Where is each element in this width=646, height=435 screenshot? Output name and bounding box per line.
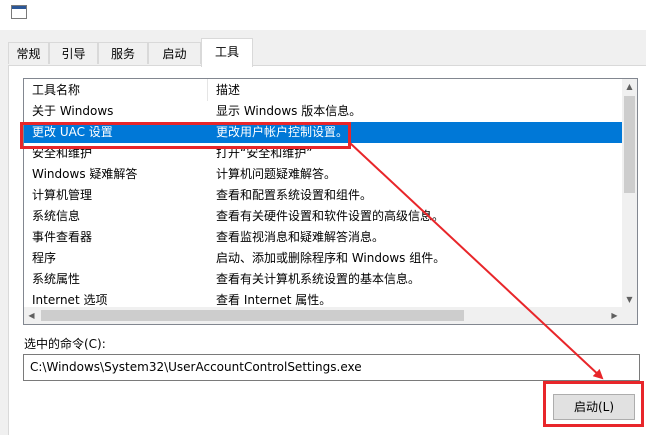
- tool-name: 系统属性: [32, 272, 81, 286]
- app-window-icon: [11, 5, 27, 19]
- list-item[interactable]: 系统属性 查看有关计算机系统设置的基本信息。: [24, 269, 622, 290]
- tool-description: 启动、添加或删除程序和 Windows 组件。: [216, 251, 446, 265]
- scroll-down-icon[interactable]: ▼: [622, 292, 637, 307]
- tool-description: 查看有关计算机系统设置的基本信息。: [216, 272, 421, 286]
- title-bar: [0, 0, 646, 30]
- selected-command-label: 选中的命令(C):: [24, 337, 106, 351]
- tools-list[interactable]: 工具名称 描述 关于 Windows 显示 Windows 版本信息。更改 UAC…: [23, 78, 638, 325]
- list-item[interactable]: 关于 Windows 显示 Windows 版本信息。: [24, 101, 622, 122]
- tool-description: 查看有关硬件设置和软件设置的高级信息。: [216, 209, 445, 223]
- tool-name: 计算机管理: [32, 188, 93, 202]
- list-rows: 关于 Windows 显示 Windows 版本信息。更改 UAC 设置 更改用户帐…: [24, 101, 622, 311]
- tool-description: 更改用户帐户控制设置。: [216, 125, 349, 139]
- list-item[interactable]: 计算机管理 查看和配置系统设置和组件。: [24, 185, 622, 206]
- list-item[interactable]: 事件查看器 查看监视消息和疑难解答消息。: [24, 227, 622, 248]
- tool-description: 计算机问题疑难解答。: [216, 167, 337, 181]
- tool-description: 查看和配置系统设置和组件。: [216, 188, 373, 202]
- horizontal-scrollbar[interactable]: ◀ ▶: [24, 307, 622, 324]
- tool-name: 关于 Windows: [32, 104, 114, 118]
- scrollbar-corner: [622, 307, 637, 324]
- column-header-tool-name[interactable]: 工具名称: [24, 79, 208, 101]
- list-header: 工具名称 描述: [24, 79, 622, 101]
- list-item[interactable]: 系统信息 查看有关硬件设置和软件设置的高级信息。: [24, 206, 622, 227]
- column-header-description[interactable]: 描述: [208, 79, 622, 101]
- tool-description: 查看监视消息和疑难解答消息。: [216, 230, 385, 244]
- list-item[interactable]: Windows 疑难解答 计算机问题疑难解答。: [24, 164, 622, 185]
- tool-name: 安全和维护: [32, 146, 93, 160]
- tab-general[interactable]: 常规: [8, 42, 49, 64]
- tool-name: 程序: [32, 251, 57, 265]
- vertical-scroll-thumb[interactable]: [624, 96, 635, 193]
- tab-services[interactable]: 服务: [98, 42, 148, 64]
- tool-description: 显示 Windows 版本信息。: [216, 104, 362, 118]
- scroll-right-icon[interactable]: ▶: [607, 307, 622, 324]
- tool-description: 打开“安全和维护”: [216, 146, 313, 160]
- scroll-left-icon[interactable]: ◀: [24, 307, 39, 324]
- scroll-up-icon[interactable]: ▲: [622, 79, 637, 94]
- tool-name: 事件查看器: [32, 230, 93, 244]
- tool-name: 系统信息: [32, 209, 81, 223]
- list-item[interactable]: 安全和维护 打开“安全和维护”: [24, 143, 622, 164]
- tab-tools[interactable]: 工具: [201, 38, 253, 67]
- tool-name: Windows 疑难解答: [32, 167, 138, 181]
- horizontal-scroll-thumb[interactable]: [41, 310, 464, 321]
- launch-button[interactable]: 启动(L): [553, 394, 635, 420]
- vertical-scrollbar[interactable]: ▲ ▼: [622, 79, 637, 307]
- list-item[interactable]: 程序 启动、添加或删除程序和 Windows 组件。: [24, 248, 622, 269]
- tab-boot[interactable]: 引导: [49, 42, 98, 64]
- selected-command-field[interactable]: C:\Windows\System32\UserAccountControlSe…: [23, 354, 640, 381]
- tool-name: 更改 UAC 设置: [32, 125, 113, 139]
- tab-startup[interactable]: 启动: [148, 42, 201, 64]
- list-item[interactable]: 更改 UAC 设置 更改用户帐户控制设置。: [24, 122, 622, 143]
